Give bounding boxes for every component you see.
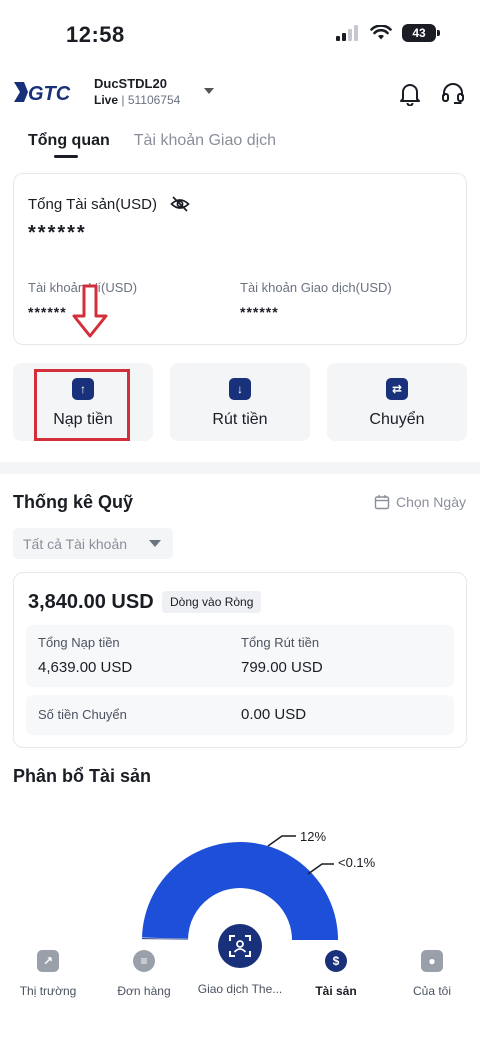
- logo-text: GTC: [28, 83, 71, 104]
- trading-account-label: Tài khoản Giao dịch(USD): [240, 280, 392, 295]
- profile-icon: ●: [421, 950, 443, 972]
- asset-distribution-title: Phân bổ Tài sản: [13, 766, 152, 786]
- orders-icon: ≡: [133, 950, 155, 972]
- leader-line-small: [307, 863, 334, 875]
- account-meta: Live | 51106754: [94, 93, 180, 107]
- transfer-icon: ⇄: [386, 378, 408, 400]
- chevron-down-icon[interactable]: [204, 88, 214, 94]
- deposit-withdraw-row: Tổng Nạp tiền 4,639.00 USD Tổng Rút tiền…: [26, 625, 454, 687]
- nav-market[interactable]: ↗ Thị trường: [0, 950, 96, 998]
- total-deposit-value: 4,639.00 USD: [38, 659, 133, 676]
- withdraw-label: Rút tiền: [212, 411, 268, 428]
- copy-trade-fab[interactable]: [218, 924, 262, 968]
- account-filter-value: Tất cả Tài khoản: [23, 535, 128, 552]
- transfer-label: Chuyển: [369, 411, 425, 428]
- scan-face-icon: [229, 935, 251, 957]
- headset-icon[interactable]: [440, 80, 466, 106]
- market-icon: ↗: [37, 950, 59, 972]
- status-bar: 12:58 43: [0, 0, 480, 70]
- nav-market-label: Thị trường: [19, 984, 77, 998]
- total-withdraw-value: 799.00 USD: [241, 659, 323, 676]
- total-deposit-label: Tổng Nạp tiền: [38, 635, 120, 650]
- nav-profile[interactable]: ● Của tôi: [384, 950, 480, 998]
- nav-copy-trade-label: Giao dịch The...: [197, 982, 283, 996]
- nav-assets[interactable]: $ Tài sản: [288, 950, 384, 998]
- date-picker[interactable]: Chọn Ngày: [374, 494, 466, 510]
- assets-icon: $: [325, 950, 347, 972]
- status-icons: 43: [336, 24, 440, 42]
- account-switcher[interactable]: DucSTDL20 Live | 51106754: [94, 76, 180, 107]
- total-assets-value: ******: [28, 222, 87, 244]
- chevron-down-icon: [149, 540, 161, 547]
- wallet-account-value: ******: [28, 304, 67, 320]
- date-picker-label: Chọn Ngày: [395, 494, 466, 510]
- total-withdraw-label: Tổng Rút tiền: [241, 635, 320, 650]
- nav-copy-trade[interactable]: Giao dịch The...: [192, 970, 288, 996]
- leader-line-12: [267, 835, 296, 847]
- slice-label-small: <0.1%: [338, 855, 376, 870]
- eye-off-icon[interactable]: [170, 194, 190, 214]
- wifi-icon: [370, 25, 392, 40]
- signal-icon: [336, 25, 358, 41]
- nav-orders-label: Đơn hàng: [117, 984, 171, 998]
- transfer-button[interactable]: ⇄ Chuyển: [327, 363, 467, 441]
- gtc-logo: GTC: [14, 82, 71, 104]
- status-time: 12:58: [66, 22, 125, 47]
- bell-icon[interactable]: [397, 80, 423, 106]
- section-divider: [0, 462, 480, 474]
- battery-indicator: 43: [402, 24, 440, 42]
- total-assets-title: Tổng Tài sản(USD): [28, 196, 157, 213]
- overview-tabs: Tổng quan Tài khoản Giao dịch: [28, 132, 276, 158]
- slice-label-12: 12%: [300, 829, 326, 844]
- calendar-icon: [374, 495, 390, 510]
- red-arrow-annotation: [72, 284, 108, 338]
- nav-orders[interactable]: ≡ Đơn hàng: [96, 950, 192, 998]
- fund-stats-card: 3,840.00 USD Dòng vào Ròng Tổng Nạp tiền…: [13, 572, 467, 748]
- transfer-row: Số tiền Chuyển 0.00 USD: [26, 695, 454, 735]
- transfer-amount-label: Số tiền Chuyển: [38, 707, 127, 722]
- account-mode: Live: [94, 93, 119, 107]
- account-name: DucSTDL20: [94, 76, 167, 91]
- account-id: 51106754: [127, 93, 181, 107]
- transfer-amount-value: 0.00 USD: [241, 706, 307, 723]
- app-header: GTC DucSTDL20 Live | 51106754: [0, 70, 480, 120]
- tab-trading-account[interactable]: Tài khoản Giao dịch: [134, 132, 276, 158]
- withdraw-button[interactable]: ↓ Rút tiền: [170, 363, 310, 441]
- withdraw-icon: ↓: [229, 378, 251, 400]
- net-inflow-badge: Dòng vào Ròng: [162, 591, 262, 613]
- fund-stats-title: Thống kê Quỹ: [13, 492, 134, 512]
- deposit-highlight-box: [34, 369, 130, 441]
- account-filter-select[interactable]: Tất cả Tài khoản: [13, 528, 173, 559]
- nav-assets-label: Tài sản: [315, 984, 357, 998]
- trading-account-value: ******: [240, 304, 279, 320]
- nav-profile-label: Của tôi: [412, 984, 452, 998]
- tab-overview[interactable]: Tổng quan: [28, 132, 110, 158]
- net-inflow-amount: 3,840.00 USD: [28, 591, 154, 613]
